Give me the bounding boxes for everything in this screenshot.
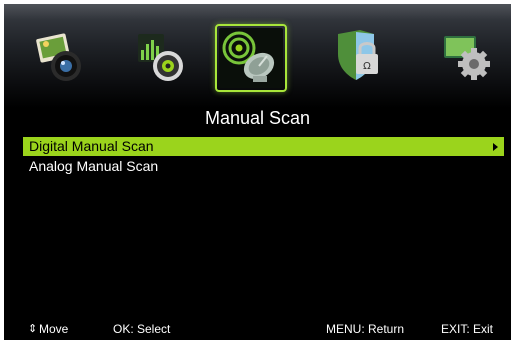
menu-icon-bar: Ω	[4, 4, 511, 108]
channel-scan-icon[interactable]	[215, 24, 287, 92]
menu-item-analog-manual-scan[interactable]: Analog Manual Scan	[23, 157, 504, 176]
footer-hints: ⇕ Move OK: Select MENU: Return EXIT: Exi…	[4, 318, 511, 340]
select-hint: OK: Select	[113, 322, 171, 336]
menu-item-digital-manual-scan[interactable]: Digital Manual Scan	[23, 137, 504, 156]
menu-list: Digital Manual Scan Analog Manual Scan	[21, 130, 507, 314]
page-title: Manual Scan	[4, 108, 511, 128]
return-hint: MENU: Return	[326, 322, 405, 336]
lock-icon[interactable]: Ω	[330, 28, 390, 88]
picture-icon[interactable]	[32, 28, 92, 88]
move-hint: Move	[39, 322, 69, 336]
menu-item-label: Analog Manual Scan	[29, 158, 159, 174]
menu-item-label: Digital Manual Scan	[29, 138, 154, 154]
up-down-arrows-icon: ⇕	[28, 323, 38, 335]
tv-osd-screen: Ω Manual Scan Digital Manual Scan Analog…	[4, 4, 511, 340]
sound-icon[interactable]	[132, 28, 192, 88]
setup-icon[interactable]	[438, 28, 498, 88]
svg-text:Ω: Ω	[363, 61, 371, 72]
exit-hint: EXIT: Exit	[441, 322, 494, 336]
right-arrow-icon	[493, 143, 498, 151]
